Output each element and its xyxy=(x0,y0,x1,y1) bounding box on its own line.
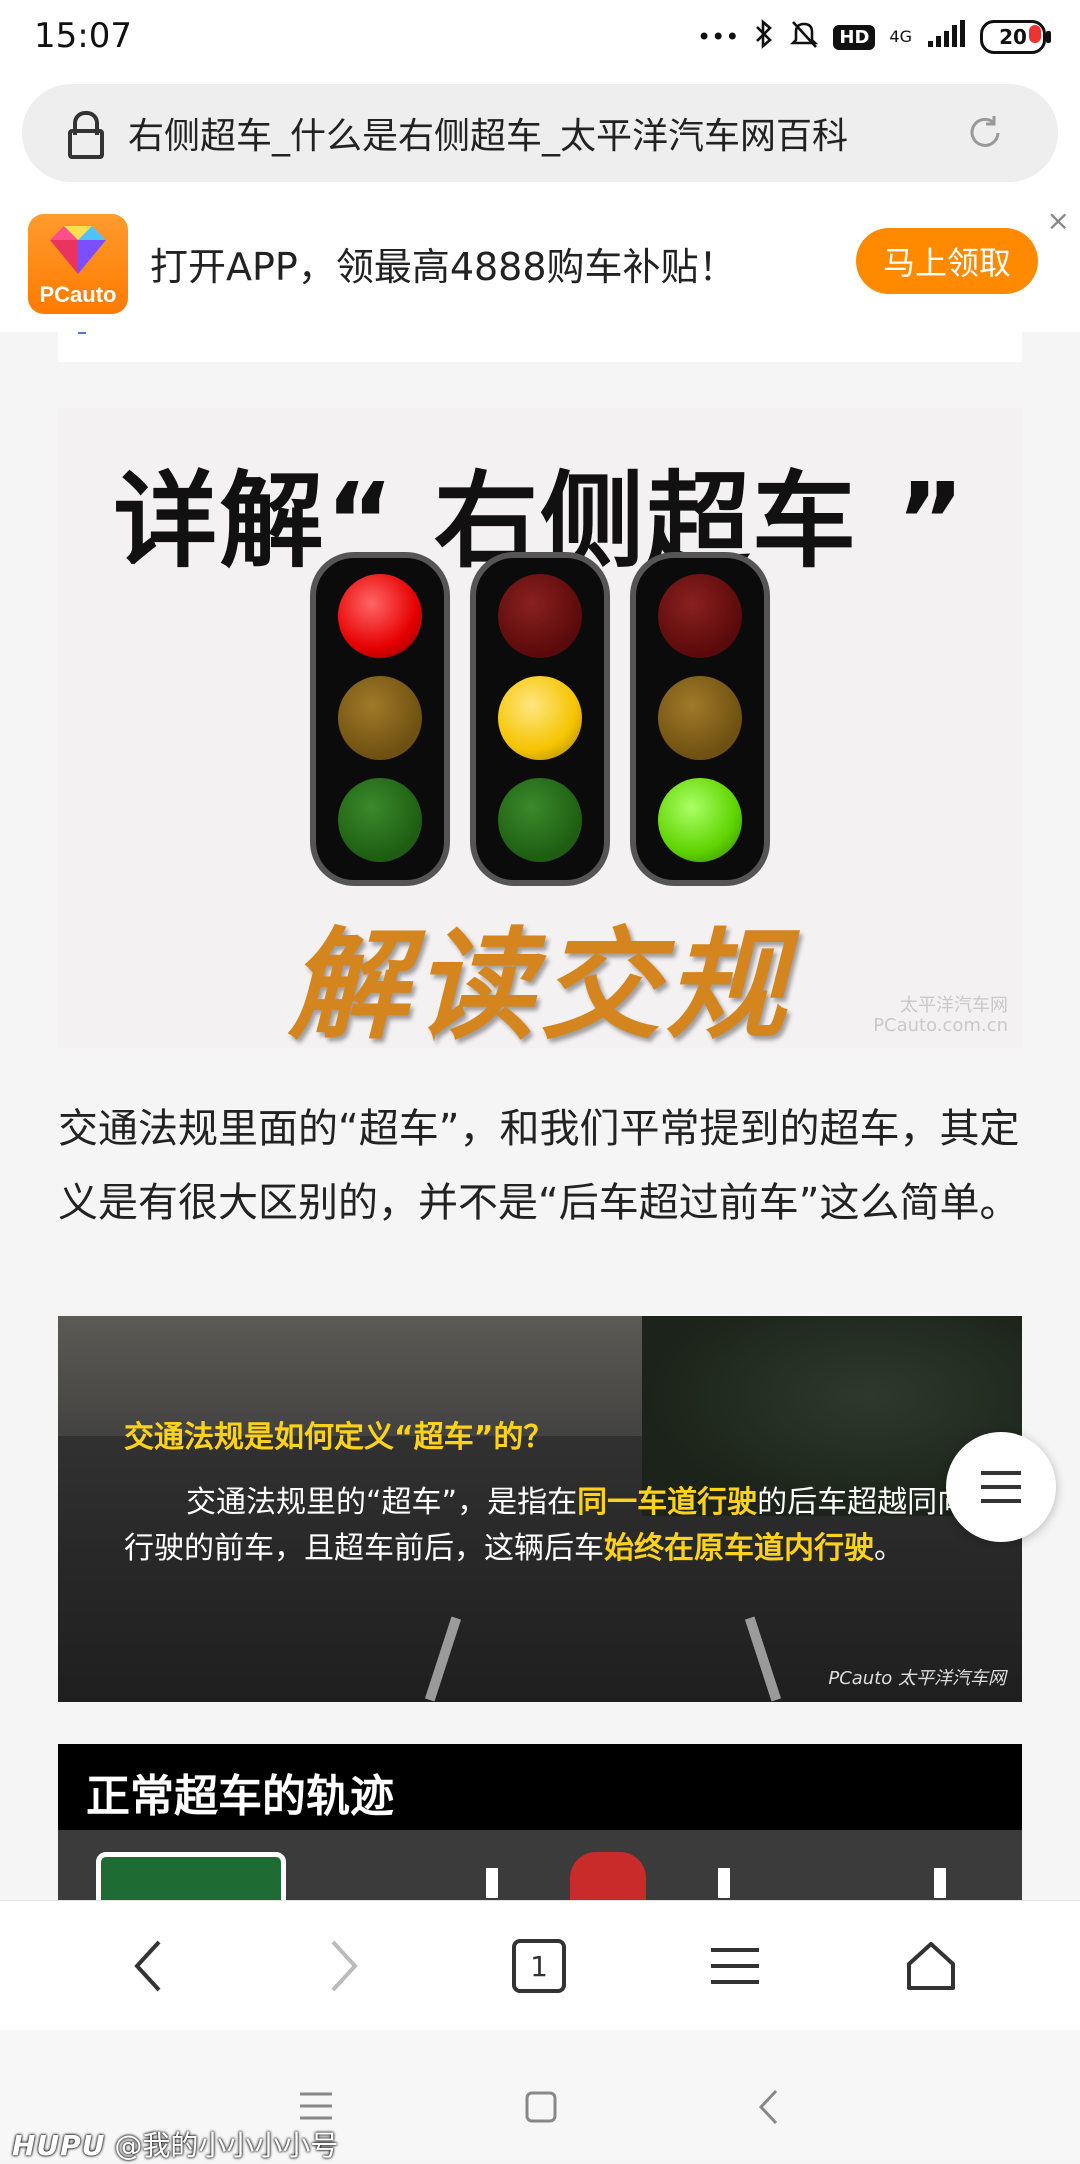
hupu-watermark: HUPU @我的小小小小号 xyxy=(12,2124,338,2164)
definition-image[interactable]: 交通法规是如何定义“超车”的？ 交通法规里的“超车”，是指在同一车道行驶的后车超… xyxy=(58,1316,1022,1702)
page-title-url[interactable]: 右侧超车_什么是右侧超车_太平洋汽车网百科 xyxy=(128,107,928,159)
image-watermark: 太平洋汽车网 PCauto.com.cn xyxy=(873,996,1008,1036)
answer-text: 。 xyxy=(874,1531,904,1566)
lane-marking xyxy=(486,1868,498,1898)
browser-toolbar: 1 xyxy=(0,1900,1080,2031)
battery-level: 20 xyxy=(999,25,1027,49)
menu-button[interactable] xyxy=(700,1931,770,2001)
network-type: 4G xyxy=(889,29,912,45)
hamburger-icon xyxy=(711,1948,759,1984)
road-marking xyxy=(424,1616,462,1702)
tabs-button[interactable]: 1 xyxy=(504,1931,574,2001)
overtaking-track-image[interactable]: 正常超车的轨迹 xyxy=(58,1744,1022,1900)
app-download-banner: PCauto 打开APP，领最高4888购车补贴！ 马上领取 × xyxy=(0,198,1080,333)
road-marking xyxy=(744,1616,782,1702)
traffic-light-green xyxy=(630,552,770,886)
image-title: 正常超车的轨迹 xyxy=(86,1771,394,1822)
square-home-icon xyxy=(525,2091,557,2123)
more-dots-icon: ••• xyxy=(696,23,740,51)
watermark-line1: 太平洋汽车网 xyxy=(900,995,1008,1016)
status-icons: ••• HD 4G 20 xyxy=(696,18,1051,56)
hd-badge: HD xyxy=(833,24,876,50)
watermark-brand: HUPU xyxy=(12,2129,106,2162)
watermark-line2: PCauto.com.cn xyxy=(873,1015,1008,1036)
system-home-button[interactable] xyxy=(524,2090,558,2128)
battery-fill xyxy=(1029,25,1041,43)
forward-button[interactable] xyxy=(308,1931,378,2001)
lock-icon xyxy=(66,111,104,159)
lane-marking xyxy=(718,1868,730,1898)
mute-bell-icon xyxy=(789,18,819,56)
answer-highlight: 同一车道行驶 xyxy=(577,1485,758,1520)
definition-question: 交通法规是如何定义“超车”的？ xyxy=(124,1420,554,1455)
banner-promo-text: 打开APP，领最高4888购车补贴！ xyxy=(150,245,737,289)
tab-count: 1 xyxy=(512,1939,566,1993)
status-time: 15:07 xyxy=(34,16,132,56)
battery-tip xyxy=(1046,31,1051,43)
signal-icon xyxy=(926,19,966,55)
battery-icon: 20 xyxy=(980,20,1051,54)
definition-answer: 交通法规里的“超车”，是指在同一车道行驶的后车超越同向行驶的前车，且超车前后，这… xyxy=(124,1480,994,1572)
network-label: 4G xyxy=(889,27,912,46)
recents-icon xyxy=(300,2092,332,2120)
image-header: 正常超车的轨迹 xyxy=(58,1744,1022,1830)
system-back-icon xyxy=(758,2089,778,2125)
pcauto-app-logo[interactable]: PCauto xyxy=(28,214,128,314)
close-banner-icon[interactable]: × xyxy=(1047,204,1070,237)
previous-card-edge xyxy=(58,332,1022,362)
bluetooth-icon xyxy=(753,18,775,56)
watermark-user: @我的小小小小号 xyxy=(114,2129,339,2162)
answer-highlight: 始终在原车道内行驶 xyxy=(604,1531,874,1566)
article-paragraph: 交通法规里面的“超车”，和我们平常提到的超车，其定义是有很大区别的，并不是“后车… xyxy=(58,1106,1020,1226)
traffic-light-red xyxy=(310,552,450,886)
floating-menu-button[interactable] xyxy=(946,1432,1056,1542)
image-watermark: PCauto 太平洋汽车网 xyxy=(828,1668,1006,1689)
system-back-button[interactable] xyxy=(756,2088,780,2130)
reload-icon[interactable] xyxy=(964,112,1006,154)
back-arrow-icon xyxy=(134,1940,161,1992)
recents-button[interactable] xyxy=(298,2090,334,2126)
home-icon xyxy=(907,1942,955,1990)
forward-arrow-icon xyxy=(331,1940,358,1992)
logo-text: PCauto xyxy=(39,282,117,307)
status-bar: 15:07 ••• HD 4G 20 xyxy=(0,0,1080,80)
menu-icon xyxy=(981,1471,1021,1503)
article-content[interactable]: 详解“ 右侧超车 ” 解读交规 太平洋汽车网 PCauto.com.cn 交通法… xyxy=(0,332,1080,1900)
lane-marking xyxy=(934,1868,946,1898)
address-bar[interactable]: 右侧超车_什么是右侧超车_太平洋汽车网百科 xyxy=(22,84,1058,182)
road-sign xyxy=(96,1852,286,1900)
answer-text: 交通法规里的“超车”，是指在 xyxy=(186,1485,578,1520)
claim-now-button[interactable]: 马上领取 xyxy=(856,228,1038,294)
back-button[interactable] xyxy=(114,1931,184,2001)
home-button[interactable] xyxy=(896,1931,966,2001)
traffic-light-yellow xyxy=(470,552,610,886)
traffic-light-image[interactable]: 详解“ 右侧超车 ” 解读交规 太平洋汽车网 PCauto.com.cn xyxy=(58,408,1022,1056)
address-bar-container: 右侧超车_什么是右侧超车_太平洋汽车网百科 xyxy=(0,80,1080,200)
red-car xyxy=(570,1852,646,1900)
